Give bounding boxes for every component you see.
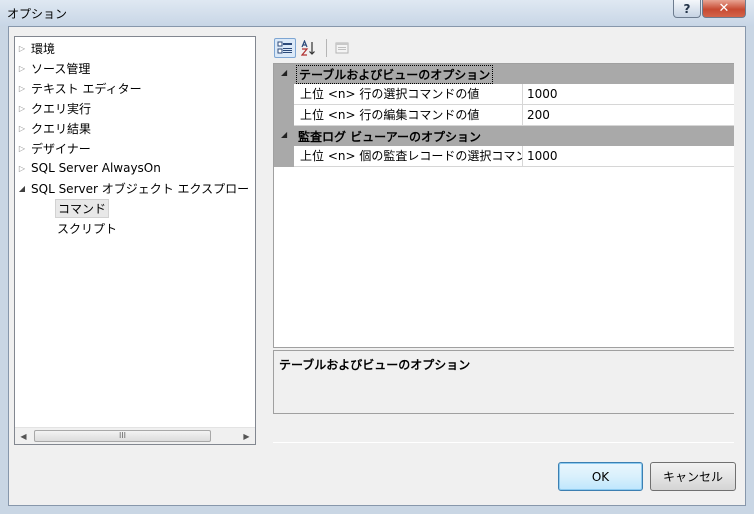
category-row[interactable]: ◢ テーブルおよびビューのオプション: [274, 64, 734, 84]
expand-arrow-icon[interactable]: ▷: [15, 84, 29, 93]
tree-item-commands[interactable]: コマンド: [55, 198, 110, 218]
collapse-arrow-icon[interactable]: ◢: [15, 184, 29, 193]
category-label: テーブルおよびビューのオプション: [296, 65, 494, 84]
property-pages-button[interactable]: [331, 38, 353, 58]
collapse-arrow-icon[interactable]: ◢: [281, 130, 287, 139]
dialog-body: ▷ 環境 ▷ ソース管理 ▷ テキスト エディター ▷ クエリ実行 ▷ クエリ結…: [8, 26, 746, 506]
tree-item-text-editor[interactable]: ▷ テキスト エディター: [15, 79, 144, 97]
property-grid[interactable]: ◢ テーブルおよびビューのオプション 上位 <n> 行の選択コマンドの値 100…: [273, 63, 734, 348]
property-row[interactable]: 上位 <n> 個の監査レコードの選択コマン 1000: [274, 146, 734, 167]
close-icon: ✕: [718, 1, 730, 16]
ok-button[interactable]: OK: [558, 462, 643, 491]
scroll-left-icon[interactable]: ◀: [15, 428, 32, 444]
scroll-right-icon[interactable]: ▶: [238, 428, 255, 444]
alphabetical-sort-icon: [301, 40, 315, 56]
property-name: 上位 <n> 個の監査レコードの選択コマン: [294, 146, 523, 167]
horizontal-scrollbar[interactable]: ◀ III ▶: [15, 427, 255, 444]
categorized-button[interactable]: [274, 38, 296, 58]
alphabetical-button[interactable]: [298, 38, 320, 58]
scroll-grip: III: [118, 431, 127, 440]
divider: [273, 442, 734, 443]
tree-item-label: スクリプト: [57, 221, 118, 236]
tree-item-environment[interactable]: ▷ 環境: [15, 39, 57, 57]
property-row[interactable]: 上位 <n> 行の選択コマンドの値 1000: [274, 84, 734, 105]
tree-item-label: クエリ結果: [31, 121, 92, 136]
tree-item-object-explorer[interactable]: ◢ SQL Server オブジェクト エクスプロー: [15, 179, 251, 197]
tree-item-label: SQL Server オブジェクト エクスプロー: [31, 181, 250, 196]
cancel-button[interactable]: キャンセル: [650, 462, 736, 491]
property-toolbar: [274, 37, 355, 59]
row-margin: [274, 146, 294, 167]
toolbar-separator: [326, 39, 327, 57]
expand-arrow-icon[interactable]: ▷: [15, 44, 29, 53]
tree-item-designer[interactable]: ▷ デザイナー: [15, 139, 93, 157]
property-name: 上位 <n> 行の選択コマンドの値: [294, 84, 523, 105]
tree-item-label: ソース管理: [31, 61, 91, 76]
category-label: 監査ログ ビューアーのオプション: [298, 130, 481, 144]
title-bar: オプション ? ✕: [0, 0, 754, 26]
tree-item-label: コマンド: [55, 198, 110, 218]
description-title: テーブルおよびビューのオプション: [279, 358, 471, 372]
collapse-arrow-icon[interactable]: ◢: [281, 68, 287, 77]
tree-item-label: SQL Server AlwaysOn: [31, 161, 161, 175]
property-value[interactable]: 1000: [523, 146, 734, 167]
tree-item-label: デザイナー: [31, 141, 91, 156]
close-button[interactable]: ✕: [702, 0, 746, 18]
window-title: オプション: [7, 7, 68, 21]
property-pages-icon: [335, 42, 349, 54]
row-margin: [274, 105, 294, 126]
scroll-thumb[interactable]: III: [34, 430, 211, 442]
tree-item-label: クエリ実行: [31, 101, 92, 116]
expand-arrow-icon[interactable]: ▷: [15, 104, 29, 113]
expand-arrow-icon[interactable]: ▷: [15, 64, 29, 73]
description-pane: テーブルおよびビューのオプション: [273, 350, 734, 414]
categorized-icon: [277, 41, 292, 54]
tree-item-scripts[interactable]: スクリプト: [55, 219, 119, 237]
expand-arrow-icon[interactable]: ▷: [15, 164, 29, 173]
expand-arrow-icon[interactable]: ▷: [15, 124, 29, 133]
tree-item-label: テキスト エディター: [31, 81, 142, 96]
options-tree[interactable]: ▷ 環境 ▷ ソース管理 ▷ テキスト エディター ▷ クエリ実行 ▷ クエリ結…: [14, 36, 256, 445]
tree-item-query-results[interactable]: ▷ クエリ結果: [15, 119, 93, 137]
property-row[interactable]: 上位 <n> 行の編集コマンドの値 200: [274, 105, 734, 126]
tree-item-source-control[interactable]: ▷ ソース管理: [15, 59, 92, 77]
property-value[interactable]: 1000: [523, 84, 734, 105]
row-margin: [274, 84, 294, 105]
tree-item-label: 環境: [31, 41, 56, 56]
property-name: 上位 <n> 行の編集コマンドの値: [294, 105, 523, 126]
tree-item-alwayson[interactable]: ▷ SQL Server AlwaysOn: [15, 159, 163, 177]
tree-item-query-execution[interactable]: ▷ クエリ実行: [15, 99, 93, 117]
category-row[interactable]: ◢ 監査ログ ビューアーのオプション: [274, 126, 734, 146]
help-icon: ?: [683, 1, 691, 16]
expand-arrow-icon[interactable]: ▷: [15, 144, 29, 153]
help-button[interactable]: ?: [673, 0, 701, 18]
property-value[interactable]: 200: [523, 105, 734, 126]
